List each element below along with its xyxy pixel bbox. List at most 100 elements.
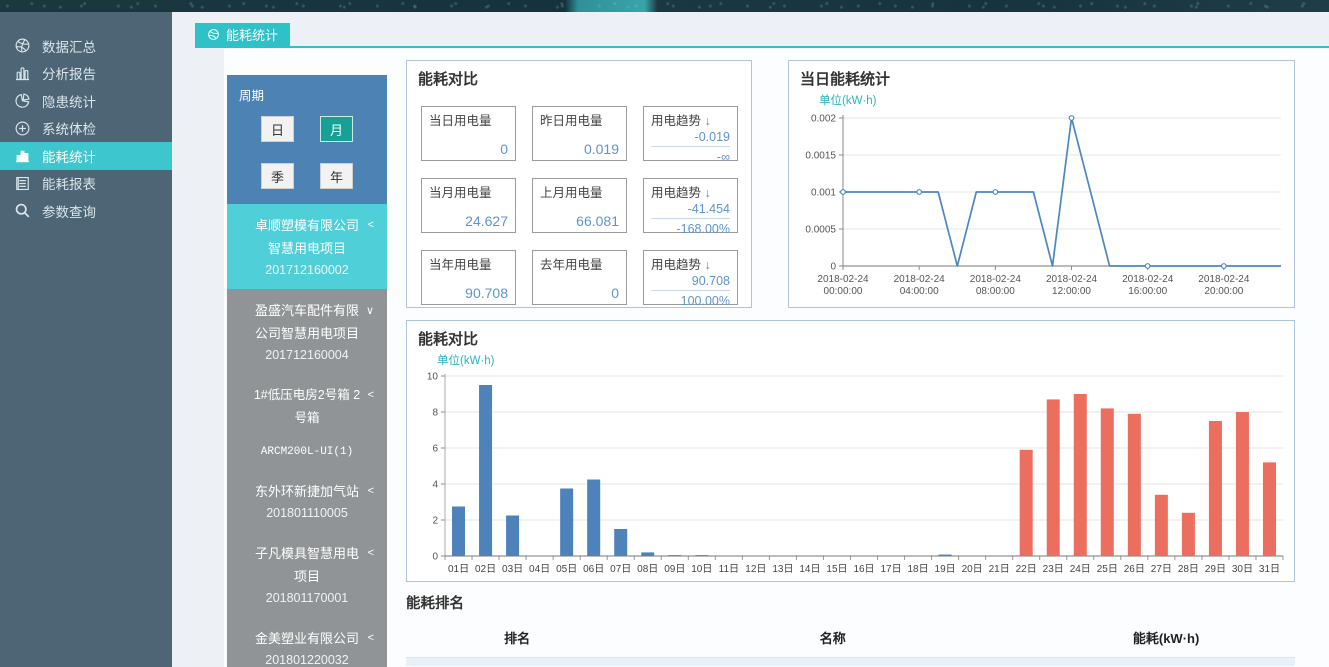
period-panel: 周期 日 月 季 年 — [227, 75, 387, 204]
period-button-month[interactable]: 月 — [320, 116, 353, 142]
energy-bar-panel: 能耗对比 单位(kW·h) 024681001日02日03日04日05日06日0… — [406, 320, 1295, 582]
tree-node-name: ARCM200L-UI(1) — [255, 444, 359, 460]
svg-text:04日: 04日 — [529, 564, 550, 575]
dribbble-icon — [207, 28, 220, 41]
svg-text:4: 4 — [432, 480, 438, 491]
svg-text:15日: 15日 — [826, 564, 847, 575]
arrow-down-icon: ↓ — [705, 186, 711, 200]
svg-text:2018-02-24: 2018-02-24 — [817, 274, 869, 285]
tree-node-code: 201801110005 — [227, 503, 387, 524]
svg-text:0.0015: 0.0015 — [805, 151, 836, 162]
svg-text:24日: 24日 — [1070, 564, 1091, 575]
energy-ranking-section: 能耗排名 排名 名称 能耗(kW·h) — [406, 592, 1295, 666]
sidebar-item-hazard-stats[interactable]: 隐患统计 — [0, 87, 172, 115]
daily-energy-line-chart: 00.00050.0010.00150.0022018-02-2400:00:0… — [791, 108, 1291, 304]
tree-node[interactable]: 金美塑业有限公司 201801220032 < — [227, 617, 387, 667]
plus-circle-icon — [14, 120, 31, 137]
tab-label: 能耗统计 — [226, 25, 278, 44]
main-area: 能耗统计 周期 日 月 季 年 卓顺塑模有限公司智慧用电项目 201712160… — [172, 12, 1329, 667]
stat-card-last-month: 上月用电量 66.081 — [532, 178, 627, 233]
chevron-left-icon[interactable]: < — [368, 632, 374, 644]
search-icon — [14, 202, 31, 219]
sidebar-item-label: 分析报告 — [42, 63, 96, 83]
table-row-partial — [406, 657, 1295, 666]
svg-text:16日: 16日 — [853, 564, 874, 575]
tree-node-code: 201801170001 — [227, 588, 387, 609]
sidebar-item-energy-report[interactable]: 能耗报表 — [0, 170, 172, 198]
svg-text:30日: 30日 — [1232, 564, 1253, 575]
svg-text:17日: 17日 — [880, 564, 901, 575]
unit-label: 单位(kW·h) — [819, 92, 1294, 108]
period-button-day[interactable]: 日 — [261, 116, 294, 142]
column-header-energy: 能耗(kW·h) — [1037, 628, 1295, 647]
sidebar-item-system-check[interactable]: 系统体检 — [0, 115, 172, 143]
svg-text:07日: 07日 — [610, 564, 631, 575]
svg-text:09日: 09日 — [664, 564, 685, 575]
tree-node[interactable]: 盈盛汽车配件有限公司智慧用电项目 201712160004 ∨ — [227, 289, 387, 374]
svg-text:22日: 22日 — [1016, 564, 1037, 575]
tab-energy-stats[interactable]: 能耗统计 — [195, 23, 290, 46]
svg-text:12日: 12日 — [745, 564, 766, 575]
tree-node-code: 201801220032 — [227, 650, 387, 667]
tree-node-name: 金美塑业有限公司 — [255, 627, 359, 650]
tree-node-name: 盈盛汽车配件有限公司智慧用电项目 — [255, 299, 359, 345]
period-button-year[interactable]: 年 — [320, 163, 353, 189]
column-header-rank: 排名 — [406, 628, 628, 647]
tree-node-name: 子凡模具智慧用电项目 — [255, 542, 359, 588]
energy-bar-chart: 024681001日02日03日04日05日06日07日08日09日10日11日… — [409, 368, 1293, 582]
arrow-down-icon: ↓ — [705, 258, 711, 272]
svg-text:29日: 29日 — [1205, 564, 1226, 575]
svg-text:2: 2 — [432, 516, 438, 527]
chevron-down-icon[interactable]: ∨ — [366, 304, 374, 317]
sidebar-item-label: 参数查询 — [42, 201, 96, 221]
svg-text:28日: 28日 — [1178, 564, 1199, 575]
sidebar-item-data-summary[interactable]: 数据汇总 — [0, 32, 172, 60]
chevron-left-icon[interactable]: < — [368, 547, 374, 559]
panel-title: 当日能耗统计 — [789, 61, 1294, 89]
svg-text:11日: 11日 — [719, 564, 739, 575]
svg-text:0.002: 0.002 — [811, 114, 836, 125]
ranking-table-header: 排名 名称 能耗(kW·h) — [406, 628, 1295, 647]
dribbble-icon — [14, 37, 31, 54]
svg-text:8: 8 — [432, 408, 438, 419]
chevron-left-icon[interactable]: < — [368, 219, 374, 231]
sidebar-item-label: 能耗报表 — [42, 173, 96, 193]
sidebar: 数据汇总 分析报告 隐患统计 系统体检 能耗统计 能耗报表 参数查询 — [0, 12, 172, 667]
tree-node-code: 201712160004 — [227, 345, 387, 366]
tree-node[interactable]: 卓顺塑模有限公司智慧用电项目 201712160002 < — [227, 204, 387, 289]
svg-text:0: 0 — [432, 552, 438, 563]
svg-text:05日: 05日 — [556, 564, 577, 575]
tree-node[interactable]: 东外环新捷加气站 201801110005 < — [227, 470, 387, 532]
tree-node[interactable]: ARCM200L-UI(1) — [227, 438, 387, 470]
tree-node[interactable]: 子凡模具智慧用电项目 201801170001 < — [227, 532, 387, 617]
svg-text:26日: 26日 — [1124, 564, 1145, 575]
sidebar-item-analysis-report[interactable]: 分析报告 — [0, 60, 172, 88]
chevron-left-icon[interactable]: < — [368, 485, 374, 497]
arrow-down-icon: ↓ — [705, 114, 711, 128]
svg-text:21日: 21日 — [989, 564, 1010, 575]
svg-text:25日: 25日 — [1097, 564, 1118, 575]
period-button-quarter[interactable]: 季 — [261, 163, 294, 189]
sidebar-item-label: 数据汇总 — [42, 36, 96, 56]
svg-text:06日: 06日 — [583, 564, 604, 575]
panel-title: 能耗对比 — [407, 321, 1294, 349]
chevron-left-icon[interactable]: < — [368, 389, 374, 401]
svg-text:19日: 19日 — [935, 564, 956, 575]
tree-node-name: 东外环新捷加气站 — [255, 480, 359, 503]
column-header-name: 名称 — [628, 628, 1037, 647]
stat-card-this-month: 当月用电量 24.627 — [421, 178, 516, 233]
panel-title: 能耗对比 — [407, 61, 751, 89]
svg-text:27日: 27日 — [1151, 564, 1172, 575]
sidebar-item-label: 隐患统计 — [42, 91, 96, 111]
sidebar-item-param-query[interactable]: 参数查询 — [0, 197, 172, 225]
unit-label: 单位(kW·h) — [437, 352, 1294, 368]
svg-text:18日: 18日 — [908, 564, 929, 575]
stat-card-this-year: 当年用电量 90.708 — [421, 250, 516, 305]
tree-node[interactable]: 1#低压电房2号箱 2号箱 < — [227, 374, 387, 438]
content: 周期 日 月 季 年 卓顺塑模有限公司智慧用电项目 201712160002 <… — [172, 48, 1329, 667]
daily-energy-panel: 当日能耗统计 单位(kW·h) 00.00050.0010.00150.0022… — [788, 60, 1295, 308]
energy-compare-panel: 能耗对比 当日用电量 0 昨日用电量 0.019 用电趋势 ↓ -0.019 -… — [406, 60, 752, 308]
sidebar-item-energy-stats[interactable]: 能耗统计 — [0, 142, 172, 170]
period-buttons: 日 月 季 年 — [227, 116, 387, 189]
tree-node-name: 1#低压电房2号箱 2号箱 — [251, 384, 363, 430]
